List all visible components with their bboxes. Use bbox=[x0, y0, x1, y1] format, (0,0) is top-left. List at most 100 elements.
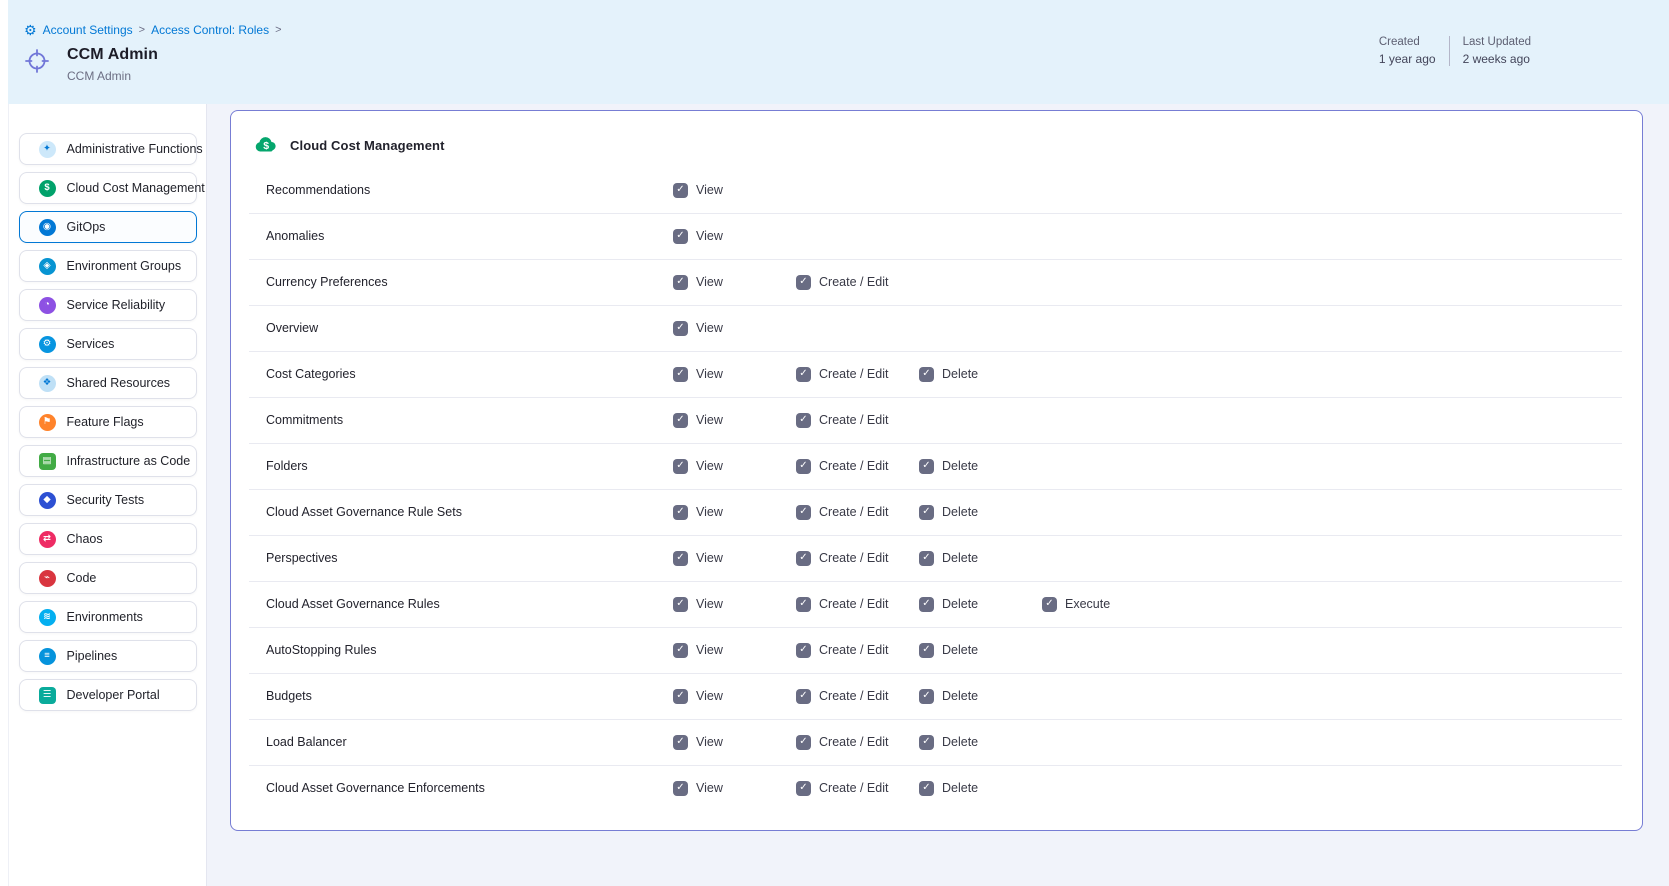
checked-checkbox-icon[interactable]: ✓ bbox=[796, 781, 811, 796]
permission-toggle[interactable]: ✓ Delete bbox=[919, 643, 1042, 658]
meta-block: Created 1 year ago bbox=[1366, 36, 1449, 66]
checked-checkbox-icon[interactable]: ✓ bbox=[673, 689, 688, 704]
sidebar-item[interactable]: ◆ Security Tests bbox=[19, 484, 197, 516]
permission-label: View bbox=[696, 643, 723, 657]
sidebar-item[interactable]: ◔ Service Reliability bbox=[19, 289, 197, 321]
sidebar-item[interactable]: ☰ Developer Portal bbox=[19, 679, 197, 711]
checked-checkbox-icon[interactable]: ✓ bbox=[919, 597, 934, 612]
checked-checkbox-icon[interactable]: ✓ bbox=[919, 689, 934, 704]
permission-toggle[interactable]: ✓ Delete bbox=[919, 551, 1042, 566]
sidebar-item[interactable]: $ Cloud Cost Management bbox=[19, 172, 197, 204]
permission-toggle[interactable]: ✓ View bbox=[673, 459, 796, 474]
checked-checkbox-icon[interactable]: ✓ bbox=[919, 505, 934, 520]
checked-checkbox-icon[interactable]: ✓ bbox=[1042, 597, 1057, 612]
permission-toggle[interactable]: ✓ Create / Edit bbox=[796, 689, 919, 704]
checked-checkbox-icon[interactable]: ✓ bbox=[919, 459, 934, 474]
permission-toggle[interactable]: ✓ Create / Edit bbox=[796, 597, 919, 612]
sidebar-item[interactable]: ≡ Pipelines bbox=[19, 640, 197, 672]
checked-checkbox-icon[interactable]: ✓ bbox=[673, 597, 688, 612]
permission-toggle[interactable]: ✓ Create / Edit bbox=[796, 643, 919, 658]
checked-checkbox-icon[interactable]: ✓ bbox=[673, 413, 688, 428]
permission-toggle[interactable]: ✓ View bbox=[673, 689, 796, 704]
sidebar-item[interactable]: ≋ Environments bbox=[19, 601, 197, 633]
permission-toggle[interactable]: ✓ Create / Edit bbox=[796, 413, 919, 428]
sidebar-item[interactable]: ❖ Shared Resources bbox=[19, 367, 197, 399]
permission-toggle[interactable]: ✓ Create / Edit bbox=[796, 367, 919, 382]
sidebar-item[interactable]: ◈ Environment Groups bbox=[19, 250, 197, 282]
permission-label: Delete bbox=[942, 459, 978, 473]
permission-row: Budgets ✓ View ✓ Create / Edit ✓ bbox=[231, 673, 1642, 719]
permission-toggle[interactable]: ✓ View bbox=[673, 367, 796, 382]
permission-toggle[interactable]: ✓ View bbox=[673, 643, 796, 658]
checked-checkbox-icon[interactable]: ✓ bbox=[796, 735, 811, 750]
permission-toggle[interactable]: ✓ View bbox=[673, 321, 796, 336]
checked-checkbox-icon[interactable]: ✓ bbox=[673, 781, 688, 796]
permission-toggle[interactable]: ✓ View bbox=[673, 735, 796, 750]
permission-row-label: Cloud Asset Governance Enforcements bbox=[266, 781, 673, 795]
permission-toggle[interactable]: ✓ View bbox=[673, 275, 796, 290]
permission-toggle[interactable]: ✓ View bbox=[673, 183, 796, 198]
main-area: $ Cloud Cost Management Recommendations … bbox=[207, 104, 1669, 886]
permission-toggle[interactable]: ✓ Delete bbox=[919, 459, 1042, 474]
breadcrumb-account-settings[interactable]: Account Settings bbox=[43, 23, 133, 37]
checked-checkbox-icon[interactable]: ✓ bbox=[919, 781, 934, 796]
sidebar-item[interactable]: ⌁ Code bbox=[19, 562, 197, 594]
permission-toggle[interactable]: ✓ Create / Edit bbox=[796, 551, 919, 566]
checked-checkbox-icon[interactable]: ✓ bbox=[796, 643, 811, 658]
checked-checkbox-icon[interactable]: ✓ bbox=[673, 735, 688, 750]
permission-toggle[interactable]: ✓ Delete bbox=[919, 367, 1042, 382]
checked-checkbox-icon[interactable]: ✓ bbox=[796, 367, 811, 382]
checked-checkbox-icon[interactable]: ✓ bbox=[673, 321, 688, 336]
checked-checkbox-icon[interactable]: ✓ bbox=[673, 551, 688, 566]
checked-checkbox-icon[interactable]: ✓ bbox=[796, 505, 811, 520]
checked-checkbox-icon[interactable]: ✓ bbox=[919, 551, 934, 566]
permission-toggle[interactable]: ✓ Delete bbox=[919, 505, 1042, 520]
sidebar-item[interactable]: ⚑ Feature Flags bbox=[19, 406, 197, 438]
permission-toggle[interactable]: ✓ Execute bbox=[1042, 597, 1165, 612]
resource-group-sidebar: ✦ Administrative Functions $ Cloud Cost … bbox=[8, 104, 207, 886]
checked-checkbox-icon[interactable]: ✓ bbox=[673, 367, 688, 382]
permission-toggle[interactable]: ✓ View bbox=[673, 551, 796, 566]
checked-checkbox-icon[interactable]: ✓ bbox=[796, 459, 811, 474]
checked-checkbox-icon[interactable]: ✓ bbox=[673, 505, 688, 520]
checked-checkbox-icon[interactable]: ✓ bbox=[673, 643, 688, 658]
permission-toggle[interactable]: ✓ Delete bbox=[919, 781, 1042, 796]
permission-label: Delete bbox=[942, 505, 978, 519]
permission-toggle[interactable]: ✓ Delete bbox=[919, 597, 1042, 612]
permission-toggle[interactable]: ✓ Create / Edit bbox=[796, 505, 919, 520]
sidebar-item-label: Environments bbox=[67, 610, 143, 624]
permission-toggle[interactable]: ✓ View bbox=[673, 229, 796, 244]
permission-toggle[interactable]: ✓ Create / Edit bbox=[796, 735, 919, 750]
checked-checkbox-icon[interactable]: ✓ bbox=[796, 275, 811, 290]
checked-checkbox-icon[interactable]: ✓ bbox=[919, 643, 934, 658]
sidebar-item-label: Shared Resources bbox=[67, 376, 171, 390]
sidebar-item[interactable]: ▤ Infrastructure as Code bbox=[19, 445, 197, 477]
permission-row: Commitments ✓ View ✓ Create / Edit ✓ bbox=[231, 397, 1642, 443]
sidebar-item[interactable]: ✦ Administrative Functions bbox=[19, 133, 197, 165]
permission-toggle[interactable]: ✓ Create / Edit bbox=[796, 459, 919, 474]
checked-checkbox-icon[interactable]: ✓ bbox=[796, 597, 811, 612]
checked-checkbox-icon[interactable]: ✓ bbox=[673, 275, 688, 290]
checked-checkbox-icon[interactable]: ✓ bbox=[673, 183, 688, 198]
pipelines-icon: ≡ bbox=[39, 648, 56, 665]
sidebar-item[interactable]: ◉ GitOps bbox=[19, 211, 197, 243]
permission-toggle[interactable]: ✓ View bbox=[673, 781, 796, 796]
checked-checkbox-icon[interactable]: ✓ bbox=[796, 689, 811, 704]
permission-toggle[interactable]: ✓ View bbox=[673, 413, 796, 428]
permission-toggle[interactable]: ✓ Delete bbox=[919, 735, 1042, 750]
sidebar-item[interactable]: ⇄ Chaos bbox=[19, 523, 197, 555]
sidebar-item[interactable]: ⚙ Services bbox=[19, 328, 197, 360]
permission-toggle[interactable]: ✓ Create / Edit bbox=[796, 275, 919, 290]
permission-toggle[interactable]: ✓ Delete bbox=[919, 689, 1042, 704]
checked-checkbox-icon[interactable]: ✓ bbox=[919, 735, 934, 750]
permission-row-label: Anomalies bbox=[266, 229, 673, 243]
permission-toggle[interactable]: ✓ View bbox=[673, 505, 796, 520]
checked-checkbox-icon[interactable]: ✓ bbox=[673, 229, 688, 244]
checked-checkbox-icon[interactable]: ✓ bbox=[796, 413, 811, 428]
breadcrumb-access-control-roles[interactable]: Access Control: Roles bbox=[151, 23, 269, 37]
permission-toggle[interactable]: ✓ Create / Edit bbox=[796, 781, 919, 796]
checked-checkbox-icon[interactable]: ✓ bbox=[673, 459, 688, 474]
permission-toggle[interactable]: ✓ View bbox=[673, 597, 796, 612]
checked-checkbox-icon[interactable]: ✓ bbox=[796, 551, 811, 566]
checked-checkbox-icon[interactable]: ✓ bbox=[919, 367, 934, 382]
